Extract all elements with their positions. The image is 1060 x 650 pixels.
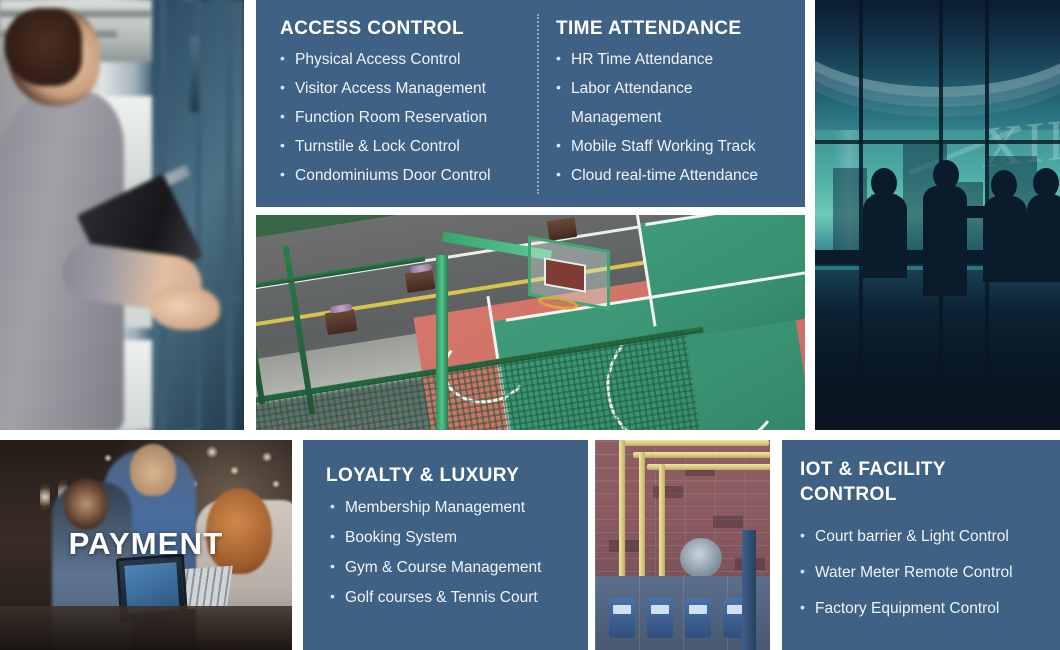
panel-divider [537,14,539,194]
customer-male-head [130,444,176,496]
list-item[interactable]: Function Room Reservation [280,109,535,127]
time-attendance-photo: XII [815,0,1060,430]
brick [653,486,683,498]
table-silhouette [815,250,1060,264]
list-item-label: Physical Access Control [295,51,461,69]
list-item-label: Visitor Access Management [295,80,486,98]
list-item-label: Factory Equipment Control [815,600,1000,618]
iot-facility-title-line1: IOT & FACILITY [800,459,946,480]
sports-court-photo [256,215,805,430]
gas-pipe-horizontal [647,464,770,470]
door-mullion-3 [226,0,233,430]
list-item[interactable]: Turnstile & Lock Control [280,138,535,156]
utility-meter [647,598,673,638]
gas-pipe-vertical [639,452,645,594]
facility-meters-photo [595,440,770,650]
list-item-label: Water Meter Remote Control [815,564,1013,582]
access-control-title: ACCESS CONTROL [280,18,464,39]
list-item[interactable]: Water Meter Remote Control [800,564,1050,582]
bokeh-light [206,446,218,458]
iot-facility-title: IOT & FACILITY CONTROL [800,459,1040,506]
brick [713,516,743,528]
shelf-light [40,484,50,510]
list-item-label: Golf courses & Tennis Court [345,589,538,607]
bokeh-light [272,480,280,488]
list-item-label: Turnstile & Lock Control [295,138,460,156]
list-item-label: Court barrier & Light Control [815,528,1009,545]
list-item[interactable]: Factory Equipment Control [800,600,1050,618]
list-item[interactable]: Court barrier & Light Control [800,528,1050,545]
floor-reflection [815,270,1060,430]
list-item[interactable]: Labor Attendance Management [556,80,796,127]
time-attendance-block: TIME ATTENDANCE HR Time Attendance Labor… [556,18,796,185]
loyalty-luxury-list: Membership Management Booking System Gym… [330,499,575,607]
list-item-label: Function Room Reservation [295,109,488,127]
utility-meter [685,598,711,638]
hoop-pole [436,255,448,430]
iot-facility-panel: IOT & FACILITY CONTROL Court barrier & L… [782,440,1060,650]
time-attendance-list: HR Time Attendance Labor Attendance Mana… [556,51,796,185]
list-item[interactable]: Booking System [330,529,575,547]
list-item[interactable]: Golf courses & Tennis Court [330,589,575,607]
person-hair [4,8,82,86]
person-head [4,8,100,106]
person-silhouette-body [863,194,907,278]
list-item[interactable]: Visitor Access Management [280,80,535,98]
planter-box [324,308,358,336]
bokeh-light [230,466,239,475]
iot-facility-title-line2: CONTROL [800,484,897,506]
list-item-label: Labor Attendance [571,80,693,98]
gas-pipe-horizontal [633,452,770,458]
access-control-block: ACCESS CONTROL Physical Access Control V… [280,18,535,185]
time-attendance-title: TIME ATTENDANCE [556,18,742,39]
water-meter-dial [680,538,722,578]
main-riser-pipe [742,530,756,650]
list-item-label-continuation: Management [571,109,662,127]
list-item-label: Booking System [345,529,457,547]
list-item[interactable]: Condominiums Door Control [280,167,535,185]
card-reader-icon [190,36,199,112]
list-item[interactable]: HR Time Attendance [556,51,796,69]
iot-facility-list: Court barrier & Light Control Water Mete… [800,528,1050,618]
person-hand [150,286,220,330]
utility-meter [609,598,635,638]
loyalty-luxury-panel: LOYALTY & LUXURY Membership Management B… [303,440,588,650]
payment-label: PAYMENT [68,526,224,561]
list-item-label: Cloud real-time Attendance [571,167,758,185]
list-item[interactable]: Physical Access Control [280,51,535,69]
list-item-label: Condominiums Door Control [295,167,491,185]
top-text-panel: ACCESS CONTROL Physical Access Control V… [256,0,805,207]
loyalty-luxury-title: LOYALTY & LUXURY [326,465,520,486]
list-item-label: HR Time Attendance [571,51,714,69]
gas-pipe-horizontal [619,440,769,446]
customer-female-head [64,478,108,530]
list-item[interactable]: Membership Management [330,499,575,516]
infographic-canvas: ACCESS CONTROL Physical Access Control V… [0,0,1060,650]
list-item-label: Gym & Course Management [345,559,542,577]
access-control-list: Physical Access Control Visitor Access M… [280,51,535,185]
gas-pipe-vertical [619,440,625,588]
person-silhouette-body [1027,194,1060,282]
list-item[interactable]: Cloud real-time Attendance [556,167,796,185]
access-control-photo [0,0,244,430]
bokeh-light [262,452,272,462]
list-item-label: Mobile Staff Working Track [571,138,756,156]
checkout-counter [0,606,292,650]
bokeh-light [104,454,112,462]
payment-photo: PAYMENT [0,440,292,650]
window-transom [815,140,1060,144]
list-item[interactable]: Mobile Staff Working Track [556,138,796,156]
list-item-label: Membership Management [345,499,526,516]
list-item[interactable]: Gym & Course Management [330,559,575,577]
